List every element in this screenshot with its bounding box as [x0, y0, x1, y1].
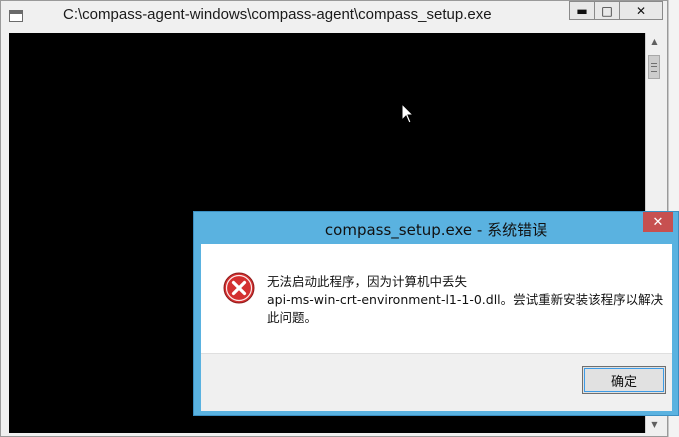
scroll-thumb[interactable]: [648, 55, 660, 79]
error-message: 无法启动此程序，因为计算机中丢失 api-ms-win-crt-environm…: [267, 273, 663, 327]
error-message-line: 无法启动此程序，因为计算机中丢失: [267, 274, 468, 289]
close-button[interactable]: ✕: [619, 1, 663, 20]
maximize-button[interactable]: □: [594, 1, 620, 20]
error-icon: [223, 272, 255, 304]
mouse-cursor-icon: [401, 103, 415, 124]
dialog-titlebar[interactable]: compass_setup.exe - 系统错误 ✕: [194, 212, 678, 244]
ok-button[interactable]: 确定: [582, 366, 666, 394]
console-title: C:\compass-agent-windows\compass-agent\c…: [63, 6, 492, 23]
scroll-down-icon[interactable]: ▼: [646, 416, 663, 433]
error-message-line: 此问题。: [267, 310, 318, 325]
console-titlebar[interactable]: C:\compass-agent-windows\compass-agent\c…: [1, 1, 667, 33]
dialog-close-button[interactable]: ✕: [643, 212, 673, 232]
scroll-up-icon[interactable]: ▲: [646, 33, 663, 50]
console-app-icon[interactable]: [9, 10, 23, 22]
dialog-content: 无法启动此程序，因为计算机中丢失 api-ms-win-crt-environm…: [201, 244, 672, 353]
error-message-line: api-ms-win-crt-environment-l1-1-0.dll。尝试…: [267, 292, 664, 307]
window-controls: ▬ □ ✕: [569, 1, 663, 21]
error-dialog: compass_setup.exe - 系统错误 ✕ 无法启动此程序，因为计算机…: [193, 211, 679, 416]
dialog-title: compass_setup.exe - 系统错误: [324, 221, 548, 239]
minimize-button[interactable]: ▬: [569, 1, 595, 20]
dialog-footer: 确定: [201, 353, 672, 411]
